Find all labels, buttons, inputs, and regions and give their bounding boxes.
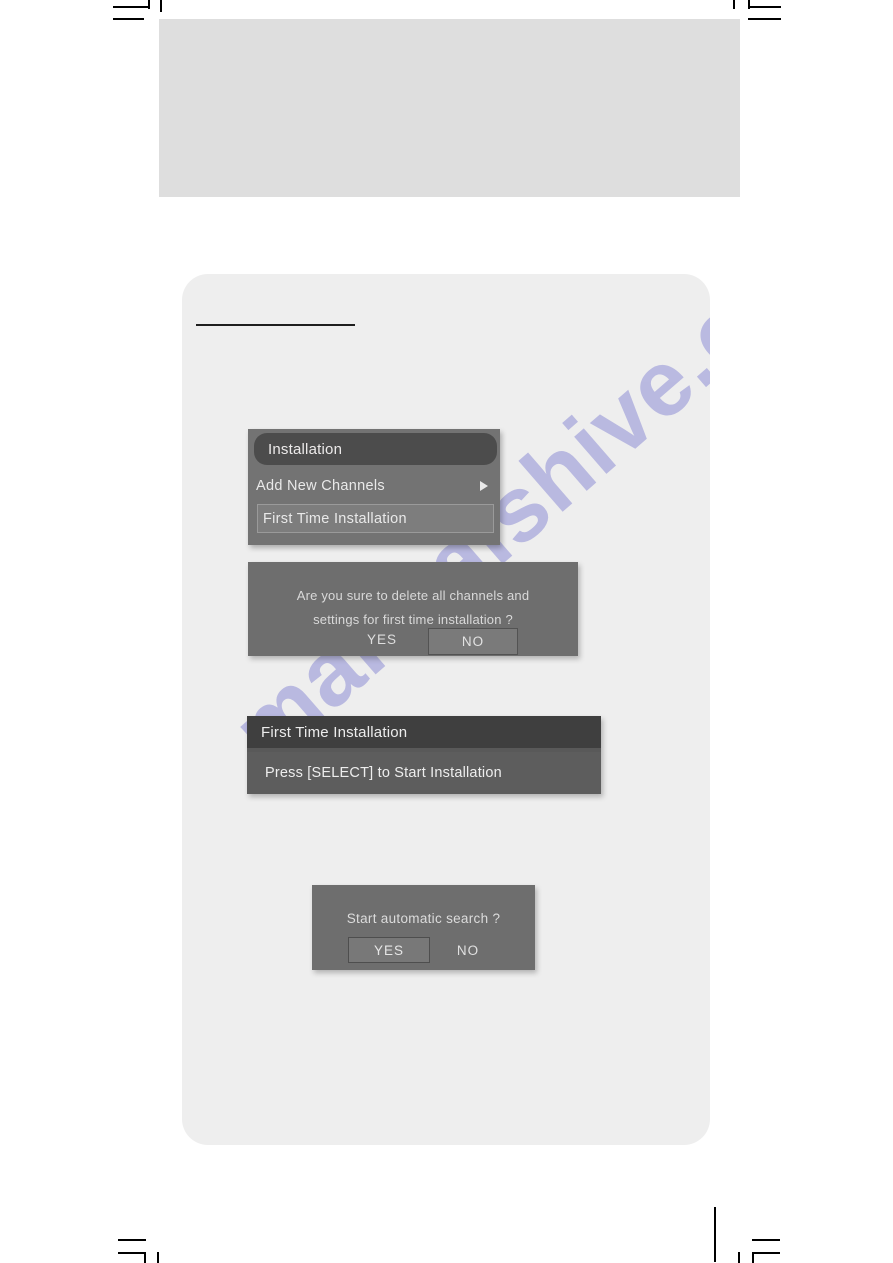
crop-mark-bottom-right-vertical-long [714,1207,716,1262]
confirm-delete-message-line-1: Are you sure to delete all channels and [296,588,530,603]
crop-mark-top-right-horizontal-2 [748,18,781,20]
osd-installation-menu: Installation Add New Channels First Time… [248,429,500,545]
heading-rule [196,324,355,326]
confirm-delete-no-button[interactable]: NO [428,628,518,655]
menu-item-first-time-installation-label: First Time Installation [263,510,407,527]
osd-first-time-title: First Time Installation [261,723,408,741]
crop-mark-bottom-right-corner-vertical [752,1252,754,1263]
crop-mark-bottom-left-horizontal [118,1239,146,1241]
osd-first-time-body[interactable]: Press [SELECT] to Start Installation [247,752,601,794]
content-panel: manualshive.com Installation Add New Cha… [182,274,710,1145]
osd-installation-title: Installation [268,440,343,458]
crop-mark-top-right-horizontal [748,6,781,8]
crop-mark-top-right-corner-vertical [748,0,750,9]
auto-search-yes-button[interactable]: YES [348,937,430,963]
confirm-delete-button-row: YES NO [248,628,578,658]
crop-mark-bottom-left-vertical-2 [157,1252,159,1263]
osd-first-time-installation-screen: First Time Installation Press [SELECT] t… [247,716,601,794]
osd-first-time-titlebar: First Time Installation [247,716,601,748]
crop-mark-bottom-left-vertical [144,1252,146,1263]
image-placeholder [159,19,740,197]
confirm-delete-message-line-2: settings for first time installation ? [313,612,513,627]
crop-mark-top-right-vertical [733,0,735,9]
crop-mark-top-left-vertical [148,0,150,9]
osd-auto-search-dialog: Start automatic search ? YES NO [312,885,535,970]
crop-mark-bottom-right-vertical [738,1252,740,1263]
crop-mark-top-left-vertical-2 [160,0,162,12]
crop-mark-bottom-right-horizontal [752,1239,780,1241]
osd-first-time-body-text: Press [SELECT] to Start Installation [265,765,502,781]
osd-installation-titlebar: Installation [254,433,497,465]
auto-search-no-button[interactable]: NO [438,937,498,963]
osd-confirm-delete-dialog: Are you sure to delete all channels and … [248,562,578,656]
confirm-delete-yes-button[interactable]: YES [355,632,409,647]
crop-mark-bottom-left-horizontal-2 [118,1252,146,1254]
menu-item-add-new-channels-label: Add New Channels [256,478,385,494]
crop-mark-top-left-horizontal-2 [113,18,144,20]
menu-item-add-new-channels[interactable]: Add New Channels [256,471,494,501]
auto-search-question: Start automatic search ? [346,911,501,926]
arrow-right-icon [480,481,488,491]
crop-mark-bottom-right-corner [752,1252,780,1254]
menu-item-first-time-installation[interactable]: First Time Installation [257,504,494,533]
crop-mark-top-left-horizontal [113,6,149,8]
